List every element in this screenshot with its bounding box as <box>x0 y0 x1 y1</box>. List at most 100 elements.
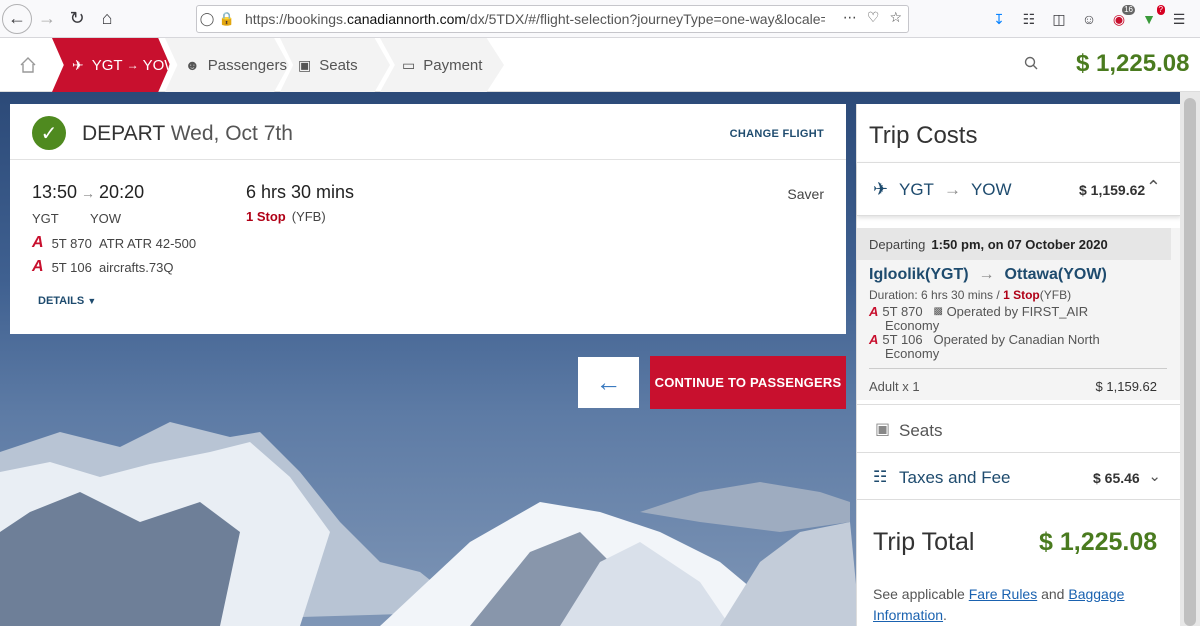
op-operator: Operated by Canadian North <box>933 332 1100 347</box>
person-icon: ☻ <box>185 57 200 73</box>
airline-logo-icon: A <box>32 258 44 275</box>
sidebar-icon[interactable]: ◫ <box>1048 8 1070 30</box>
operated-line: A 5T 870 ▩ Operated by FIRST_AIR <box>869 304 1088 319</box>
plane-icon: ✈ <box>72 56 84 73</box>
duration-stop: 1 Stop <box>1003 288 1040 302</box>
taxes-amount: $ 65.46 <box>1093 470 1140 486</box>
chevron-up-icon[interactable]: ⌃ <box>1146 177 1161 198</box>
step-seats[interactable]: ▣ Seats <box>280 38 390 92</box>
header-total-price: $ 1,225.08 <box>1076 50 1190 77</box>
arrival-time: 20:20 <box>99 182 145 202</box>
route-cities: Igloolik(YGT) → Ottawa(YOW) <box>869 266 1107 284</box>
segment-aircraft: aircrafts.73Q <box>99 259 174 275</box>
trip-costs-taxes-row[interactable]: ☷ Taxes and Fee $ 65.46 ⌄ <box>857 452 1181 500</box>
card-icon: ▭ <box>402 56 416 73</box>
change-flight-link[interactable]: CHANGE FLIGHT <box>730 128 824 140</box>
flight-duration: 6 hrs 30 mins <box>246 182 355 202</box>
step-payment-label: Payment <box>423 56 483 74</box>
chevron-down-icon[interactable]: ⌄ <box>1148 467 1161 485</box>
airline-logo-icon: A <box>869 332 879 347</box>
trip-total-label: Trip Total <box>873 528 975 556</box>
flight-times: 13:50 → 20:20 <box>32 182 144 203</box>
departing-label: Departing <box>869 237 926 252</box>
city-from: Igloolik(YGT) <box>869 266 969 283</box>
bookmark-star-icon[interactable]: ☆ <box>889 9 902 26</box>
url-text[interactable]: https://bookings.canadiannorth.com/dx/5T… <box>245 11 825 27</box>
op-operator: Operated by FIRST_AIR <box>946 304 1089 319</box>
extension-icon[interactable]: ▼? <box>1138 5 1165 30</box>
back-icon[interactable]: ← <box>2 3 32 34</box>
adult-label: Adult x 1 <box>869 379 920 394</box>
trip-costs-route-row[interactable]: ✈ YGT → YOW $ 1,159.62 ⌃ <box>857 162 1181 216</box>
airline-logo-icon: A <box>869 304 879 319</box>
op-flight: 5T 106 <box>882 332 923 347</box>
url-bar[interactable]: ◯ 🔒 https://bookings.canadiannorth.com/d… <box>196 5 909 33</box>
lock-icon[interactable]: 🔒 <box>217 9 237 29</box>
seat-icon: ▣ <box>875 421 891 438</box>
segment-row: A 5T 106 aircrafts.73Q <box>32 258 173 276</box>
details-label: DETAILS <box>38 295 85 307</box>
flight-card-header: ✓ DEPART Wed, Oct 7th CHANGE FLIGHT <box>10 104 846 160</box>
home-icon[interactable]: ⌂ <box>92 4 122 34</box>
cabin-class: Economy <box>885 346 940 361</box>
downloads-icon[interactable]: ↧ <box>988 8 1010 30</box>
taxes-label: Taxes and Fee <box>899 468 1011 487</box>
plane-icon: ✈ <box>873 179 889 199</box>
route-to: YOW <box>970 180 1012 199</box>
pocket-icon[interactable]: ♡ <box>867 9 880 26</box>
seats-label: Seats <box>899 421 943 440</box>
segment-flight: 5T 106 <box>51 259 92 275</box>
arrow-icon: → <box>978 266 995 283</box>
trip-costs-seats-row[interactable]: ▣ Seats <box>857 404 1181 452</box>
forward-icon[interactable]: → <box>32 4 62 34</box>
trip-costs-panel: Trip Costs ✈ YGT → YOW $ 1,159.62 ⌃ Depart… <box>856 104 1181 626</box>
city-to: Ottawa(YOW) <box>1004 266 1107 283</box>
seat-icon: ▩ <box>933 306 943 317</box>
browser-toolbar: ← → ↻ ⌂ ◯ 🔒 https://bookings.canadiannor… <box>0 0 1200 38</box>
library-icon[interactable]: ☷ <box>1018 8 1040 30</box>
account-icon[interactable]: ☺ <box>1078 8 1100 30</box>
extension-alert-badge: ? <box>1156 5 1165 15</box>
step-route-from: YGT <box>91 56 123 74</box>
depart-label: DEPART <box>82 122 165 145</box>
page-scrollbar[interactable] <box>1180 92 1200 626</box>
home-icon[interactable] <box>0 38 56 92</box>
stop-via: (YFB) <box>291 209 326 224</box>
menu-icon[interactable]: ☰ <box>1168 8 1190 30</box>
depart-date: Wed, Oct 7th <box>170 122 293 145</box>
continue-to-passengers-button[interactable]: CONTINUE TO PASSENGERS <box>650 356 846 409</box>
back-button[interactable]: ← <box>578 357 639 408</box>
fare-class: Saver <box>787 186 824 202</box>
fine-and: and <box>1041 586 1065 602</box>
shield-icon[interactable]: ◯ <box>197 9 217 29</box>
flight-card: ✓ DEPART Wed, Oct 7th CHANGE FLIGHT 13:5… <box>10 104 846 334</box>
arrival-code: YOW <box>90 211 122 226</box>
segment-row: A 5T 870 ATR ATR 42-500 <box>32 234 196 252</box>
duration-line: Duration: 6 hrs 30 mins / 1 Stop(YFB) <box>869 288 1071 302</box>
step-route[interactable]: ✈ YGT → YOW <box>52 38 170 92</box>
receipt-icon: ☷ <box>873 469 888 486</box>
step-passengers[interactable]: ☻ Passengers <box>165 38 289 92</box>
step-passengers-label: Passengers <box>207 56 287 74</box>
adult-line: Adult x 1 $ 1,159.62 <box>869 368 1167 394</box>
departure-code: YGT <box>32 211 59 226</box>
fine-prefix: See applicable <box>873 586 965 602</box>
details-toggle[interactable]: DETAILS ▼ <box>38 295 96 307</box>
route-amount: $ 1,159.62 <box>1079 182 1146 198</box>
step-payment[interactable]: ▭ Payment <box>380 38 504 92</box>
airline-logo-icon: A <box>32 234 44 251</box>
check-icon: ✓ <box>32 116 66 150</box>
stop-count: 1 Stop <box>246 209 286 224</box>
adblock-icon[interactable]: ◉ 16 <box>1108 5 1135 30</box>
cabin-class: Economy <box>885 318 940 333</box>
search-icon[interactable] <box>1024 56 1038 74</box>
operated-line: A 5T 106 Operated by Canadian North <box>869 332 1100 347</box>
trip-costs-title: Trip Costs <box>869 122 978 149</box>
reload-icon[interactable]: ↻ <box>62 4 92 34</box>
fare-rules-link[interactable]: Fare Rules <box>969 586 1037 602</box>
duration-prefix: Duration: 6 hrs 30 mins / <box>869 288 1004 302</box>
fare-rules-note: See applicable Fare Rules and Baggage In… <box>873 584 1163 626</box>
scrollbar-thumb[interactable] <box>1184 98 1196 626</box>
page-actions-icon[interactable]: ⋯ <box>843 9 857 26</box>
arrow-icon: → <box>81 185 96 201</box>
